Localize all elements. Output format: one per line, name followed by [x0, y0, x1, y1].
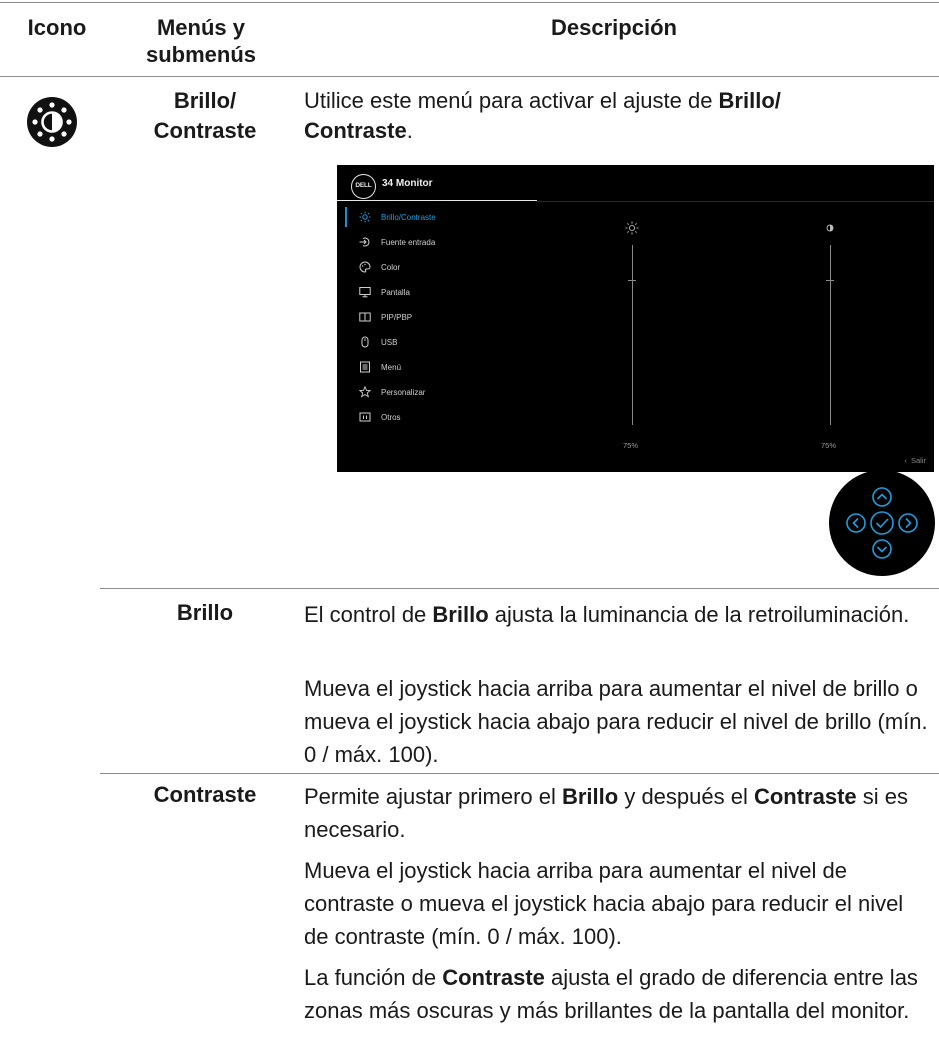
contrast-slider-handle[interactable] — [826, 280, 834, 281]
info-icon — [359, 411, 371, 423]
pip-icon — [359, 311, 371, 323]
osd-item-usb[interactable]: USB — [359, 333, 397, 351]
brightness-slider-handle[interactable] — [628, 280, 636, 281]
contraste-p3-bold: Contraste — [442, 965, 545, 990]
osd-header-divider — [537, 200, 934, 202]
osd-exit-label: Salir — [910, 456, 926, 465]
osd-title-underline — [337, 200, 537, 201]
osd-item-label: Menú — [381, 362, 402, 372]
osd-item-label: Color — [381, 262, 401, 272]
osd-item-fuente-entrada[interactable]: Fuente entrada — [359, 233, 435, 251]
column-header-menus-line2: submenús — [145, 42, 257, 67]
submenu-contraste: Contraste — [153, 782, 257, 807]
star-icon — [359, 386, 371, 398]
contraste-description-3: La función de Contraste ajusta el grado … — [304, 961, 932, 1027]
contraste-p1-bold-contraste: Contraste — [753, 784, 857, 809]
osd-item-label: Brillo/Contraste — [381, 212, 436, 222]
column-header-menus-line1: Menús y — [156, 15, 246, 40]
row-divider-brillo — [100, 588, 939, 589]
header-bottom-rule — [0, 76, 939, 77]
menu-brillo-contraste-line2: Contraste — [153, 118, 257, 143]
intro-bold-brillo: Brillo/ — [718, 88, 781, 113]
osd-item-otros[interactable]: Otros — [359, 408, 401, 426]
osd-item-label: Pantalla — [381, 287, 410, 297]
brillo-p1-rest: ajusta la luminancia de la retroiluminac… — [488, 602, 910, 627]
brightness-value: 75% — [623, 441, 639, 450]
sun-icon — [359, 211, 371, 223]
contrast-icon — [826, 224, 834, 232]
osd-item-pip-pbp[interactable]: PIP/PBP — [359, 308, 412, 326]
monitor-icon — [359, 286, 371, 298]
contraste-description-2: Mueva el joystick hacia arriba para aume… — [304, 858, 904, 949]
column-header-descripcion: Descripción — [551, 15, 677, 40]
contraste-p1-text: Permite ajustar primero el — [304, 784, 562, 809]
osd-item-label: Fuente entrada — [381, 237, 436, 247]
brightness-contrast-icon — [27, 97, 77, 147]
osd-item-color[interactable]: Color — [359, 258, 400, 276]
contraste-p3-text: La función de — [304, 965, 443, 990]
submenu-brillo: Brillo — [176, 600, 234, 625]
osd-item-label: Otros — [381, 412, 401, 422]
mouse-icon — [359, 336, 371, 348]
column-header-menus: Menús y submenús — [138, 14, 264, 68]
chevron-left-icon: ‹ — [904, 456, 907, 465]
osd-exit-button[interactable]: ‹ Salir — [904, 456, 926, 465]
osd-item-label: Personalizar — [381, 387, 426, 397]
contraste-description-1: Permite ajustar primero el Brillo y desp… — [304, 780, 932, 846]
intro-period: . — [406, 118, 413, 143]
intro-text: Utilice este menú para activar el ajuste… — [304, 88, 719, 113]
brillo-p1-text: El control de — [304, 602, 433, 627]
osd-title: 34 Monitor — [382, 178, 433, 189]
palette-icon — [359, 261, 371, 273]
brightness-sun-icon — [625, 221, 639, 235]
input-source-icon — [359, 236, 371, 248]
contrast-slider[interactable] — [830, 245, 831, 425]
osd-item-personalizar[interactable]: Personalizar — [359, 383, 425, 401]
joystick-control-icon — [829, 470, 935, 576]
contraste-p1-bold-brillo: Brillo — [561, 784, 619, 809]
brillo-p1-bold: Brillo — [432, 602, 489, 627]
osd-menu-screenshot: DELL 34 Monitor Brillo/Contraste Fuente … — [337, 165, 934, 472]
osd-selection-indicator — [345, 207, 347, 227]
contrast-value: 75% — [821, 441, 837, 450]
intro-bold-contraste: Contraste — [304, 118, 407, 143]
section-intro: Utilice este menú para activar el ajuste… — [304, 86, 932, 146]
row-divider-contraste — [100, 773, 939, 774]
menu-list-icon — [359, 361, 371, 373]
column-header-icono: Icono — [27, 15, 87, 40]
contraste-p1-mid: y después el — [618, 784, 754, 809]
brillo-description-1: El control de Brillo ajusta la luminanci… — [304, 598, 932, 631]
menu-brillo-contraste: Brillo/ Contraste — [130, 86, 280, 146]
menu-brillo-contraste-line1: Brillo/ — [173, 88, 237, 113]
osd-item-pantalla[interactable]: Pantalla — [359, 283, 410, 301]
osd-item-brillo-contraste[interactable]: Brillo/Contraste — [359, 208, 436, 226]
osd-item-label: PIP/PBP — [381, 312, 413, 322]
osd-item-label: USB — [381, 337, 398, 347]
brightness-slider[interactable] — [632, 245, 633, 425]
table-top-rule — [0, 2, 939, 3]
brillo-description-2: Mueva el joystick hacia arriba para aume… — [304, 676, 928, 767]
dell-logo: DELL — [351, 174, 376, 199]
osd-item-menu[interactable]: Menú — [359, 358, 401, 376]
